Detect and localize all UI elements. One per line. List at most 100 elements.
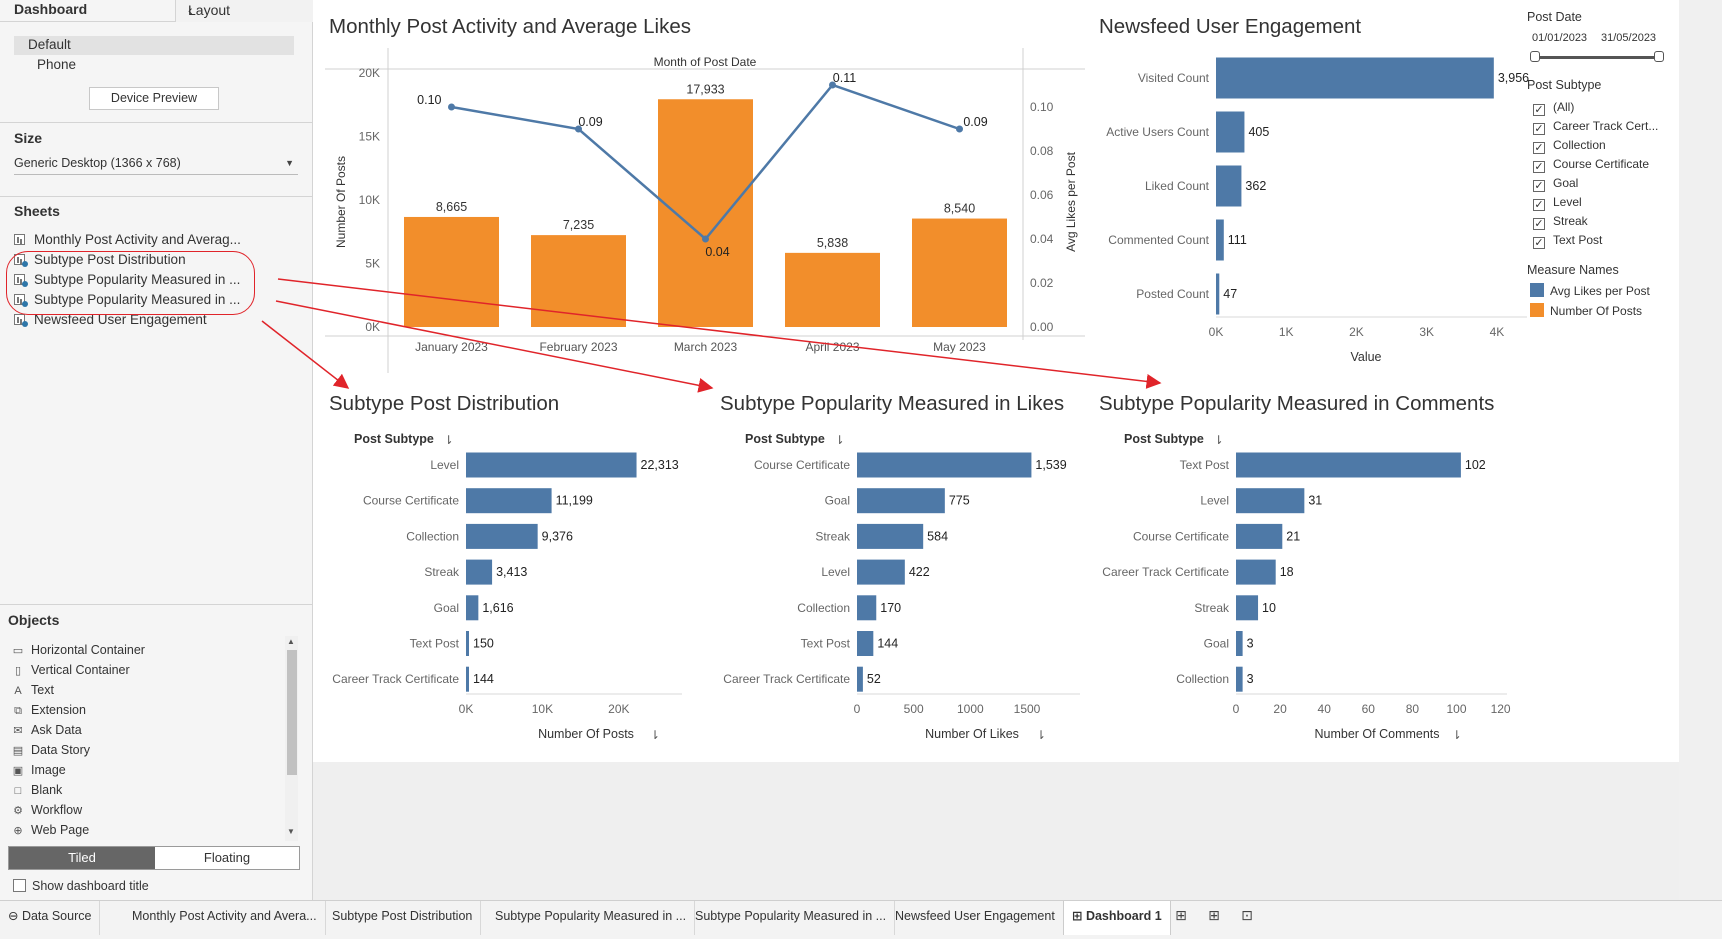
new-dashboard-icon[interactable]: ⊞ <box>1204 907 1224 927</box>
x-tick-label: 80 <box>1406 702 1420 716</box>
line-value-label: 0.11 <box>833 71 856 85</box>
database-icon: ⊖ <box>8 909 22 923</box>
x-tick-label: 4K <box>1490 325 1505 339</box>
category-label: Goal <box>1204 637 1229 651</box>
bar-value-label: 584 <box>927 529 948 543</box>
bar-value-label: 170 <box>880 601 901 615</box>
bar <box>1236 559 1276 585</box>
bar <box>1236 488 1305 514</box>
bar <box>1236 666 1243 692</box>
x-tick-label: 1500 <box>1014 702 1041 716</box>
category-label: Collection <box>406 529 459 543</box>
bar <box>857 631 874 656</box>
sort-icon: ⇂ <box>1036 728 1046 742</box>
bar-value-label: 17,933 <box>686 82 724 96</box>
tab-label: Newsfeed User Engagement <box>895 909 1055 923</box>
x-tick-label: 2K <box>1349 325 1364 339</box>
bar <box>857 523 924 549</box>
x-tick-label: 1K <box>1279 325 1294 339</box>
bar-value-label: 3 <box>1247 672 1254 686</box>
category-label: Posted Count <box>1136 287 1209 301</box>
x-axis-label: Value <box>1350 350 1381 364</box>
x-tick-label: 3K <box>1419 325 1434 339</box>
y-tick-label: 0K <box>365 320 380 334</box>
category-label: Collection <box>1176 672 1229 686</box>
chart-newsfeed: Visited Count 3,956 Active Users Count 405 L… <box>1106 57 1529 364</box>
tab-sheet[interactable]: Newsfeed User Engagement <box>887 901 1064 935</box>
row-header-label: Post Subtype <box>354 432 434 446</box>
bar <box>785 252 880 327</box>
line-value-label: 0.10 <box>417 93 441 107</box>
new-worksheet-icon[interactable]: ⊞ <box>1171 907 1191 927</box>
bar-value-label: 1,539 <box>1035 458 1066 472</box>
row-header-label: Post Subtype <box>1124 432 1204 446</box>
category-label: Active Users Count <box>1106 125 1209 139</box>
x-tick-label: 0K <box>459 702 474 716</box>
row-header-label: Post Subtype <box>745 432 825 446</box>
bar-value-label: 3,956 <box>1498 71 1529 85</box>
y2-tick-label: 0.08 <box>1030 144 1054 158</box>
tab-sheet[interactable]: Monthly Post Activity and Avera... <box>124 901 326 935</box>
category-label: Course Certificate <box>363 494 459 508</box>
bar-value-label: 775 <box>949 494 970 508</box>
tab-dashboard-1[interactable]: ⊞ Dashboard 1 <box>1063 901 1171 935</box>
bar <box>857 488 945 514</box>
tab-sheet[interactable]: Subtype Post Distribution <box>324 901 482 935</box>
y-tick-label: 20K <box>359 66 380 80</box>
tab-sheet[interactable]: Subtype Popularity Measured in ... <box>687 901 896 935</box>
bar <box>466 559 493 585</box>
y-tick-label: 5K <box>365 257 380 271</box>
y-tick-label: 15K <box>359 130 380 144</box>
bar-value-label: 9,376 <box>542 529 573 543</box>
bar <box>1216 57 1494 99</box>
category-label: Goal <box>825 494 850 508</box>
tab-sheet[interactable]: Subtype Popularity Measured in ... <box>487 901 696 935</box>
y-axis-label: Number Of Posts <box>334 156 348 248</box>
x-axis-label: Number Of Posts <box>538 727 634 741</box>
category-label: Text Post <box>410 637 460 651</box>
tab-data-source[interactable]: ⊖ Data Source <box>0 901 101 935</box>
y2-tick-label: 0.10 <box>1030 100 1054 114</box>
bar <box>857 559 905 585</box>
bar <box>857 666 863 692</box>
x-tick-label: May 2023 <box>933 340 986 354</box>
category-label: Visited Count <box>1138 71 1210 85</box>
category-label: Level <box>430 458 459 472</box>
sort-icon: ⇂ <box>650 728 660 742</box>
tab-label: Data Source <box>21 909 92 923</box>
sort-icon: ⇂ <box>835 433 845 447</box>
line-value-label: 0.04 <box>705 245 729 259</box>
x-tick-label: 100 <box>1446 702 1466 716</box>
charts-layer: Month of Post Date 0K 5K 10K 15K 20K 0.00 0.02 0… <box>261 48 1529 742</box>
bar-value-label: 7,235 <box>563 218 594 232</box>
bar-value-label: 10 <box>1262 601 1276 615</box>
x-tick-label: 60 <box>1362 702 1376 716</box>
sheet-tab-bar: ⊖ Data Source Monthly Post Activity and … <box>0 900 1722 939</box>
line-value-label: 0.09 <box>963 115 987 129</box>
category-label: Level <box>1200 494 1229 508</box>
category-label: Streak <box>424 565 460 579</box>
x-tick-label: 40 <box>1318 702 1332 716</box>
x-tick-label: 20K <box>608 702 629 716</box>
category-label: Course Certificate <box>1133 529 1229 543</box>
bar-value-label: 21 <box>1286 529 1300 543</box>
x-tick-label: 10K <box>532 702 553 716</box>
bar-value-label: 47 <box>1223 287 1237 301</box>
x-tick-label: March 2023 <box>674 340 738 354</box>
x-axis-label: Number Of Comments <box>1314 727 1439 741</box>
bar <box>1236 595 1259 621</box>
new-story-icon[interactable]: ⊡ <box>1237 907 1257 927</box>
bar <box>1216 111 1245 153</box>
annotation-arrow <box>261 320 350 389</box>
category-label: Career Track Certificate <box>723 672 850 686</box>
y2-tick-label: 0.06 <box>1030 188 1054 202</box>
line-point <box>448 103 455 111</box>
category-label: Career Track Certificate <box>1102 565 1229 579</box>
category-label: Streak <box>1194 601 1230 615</box>
x-tick-label: 20 <box>1273 702 1287 716</box>
bar-value-label: 18 <box>1280 565 1294 579</box>
bar <box>1216 165 1242 207</box>
bar-value-label: 422 <box>909 565 930 579</box>
bar <box>1236 631 1243 656</box>
category-label: Goal <box>434 601 459 615</box>
